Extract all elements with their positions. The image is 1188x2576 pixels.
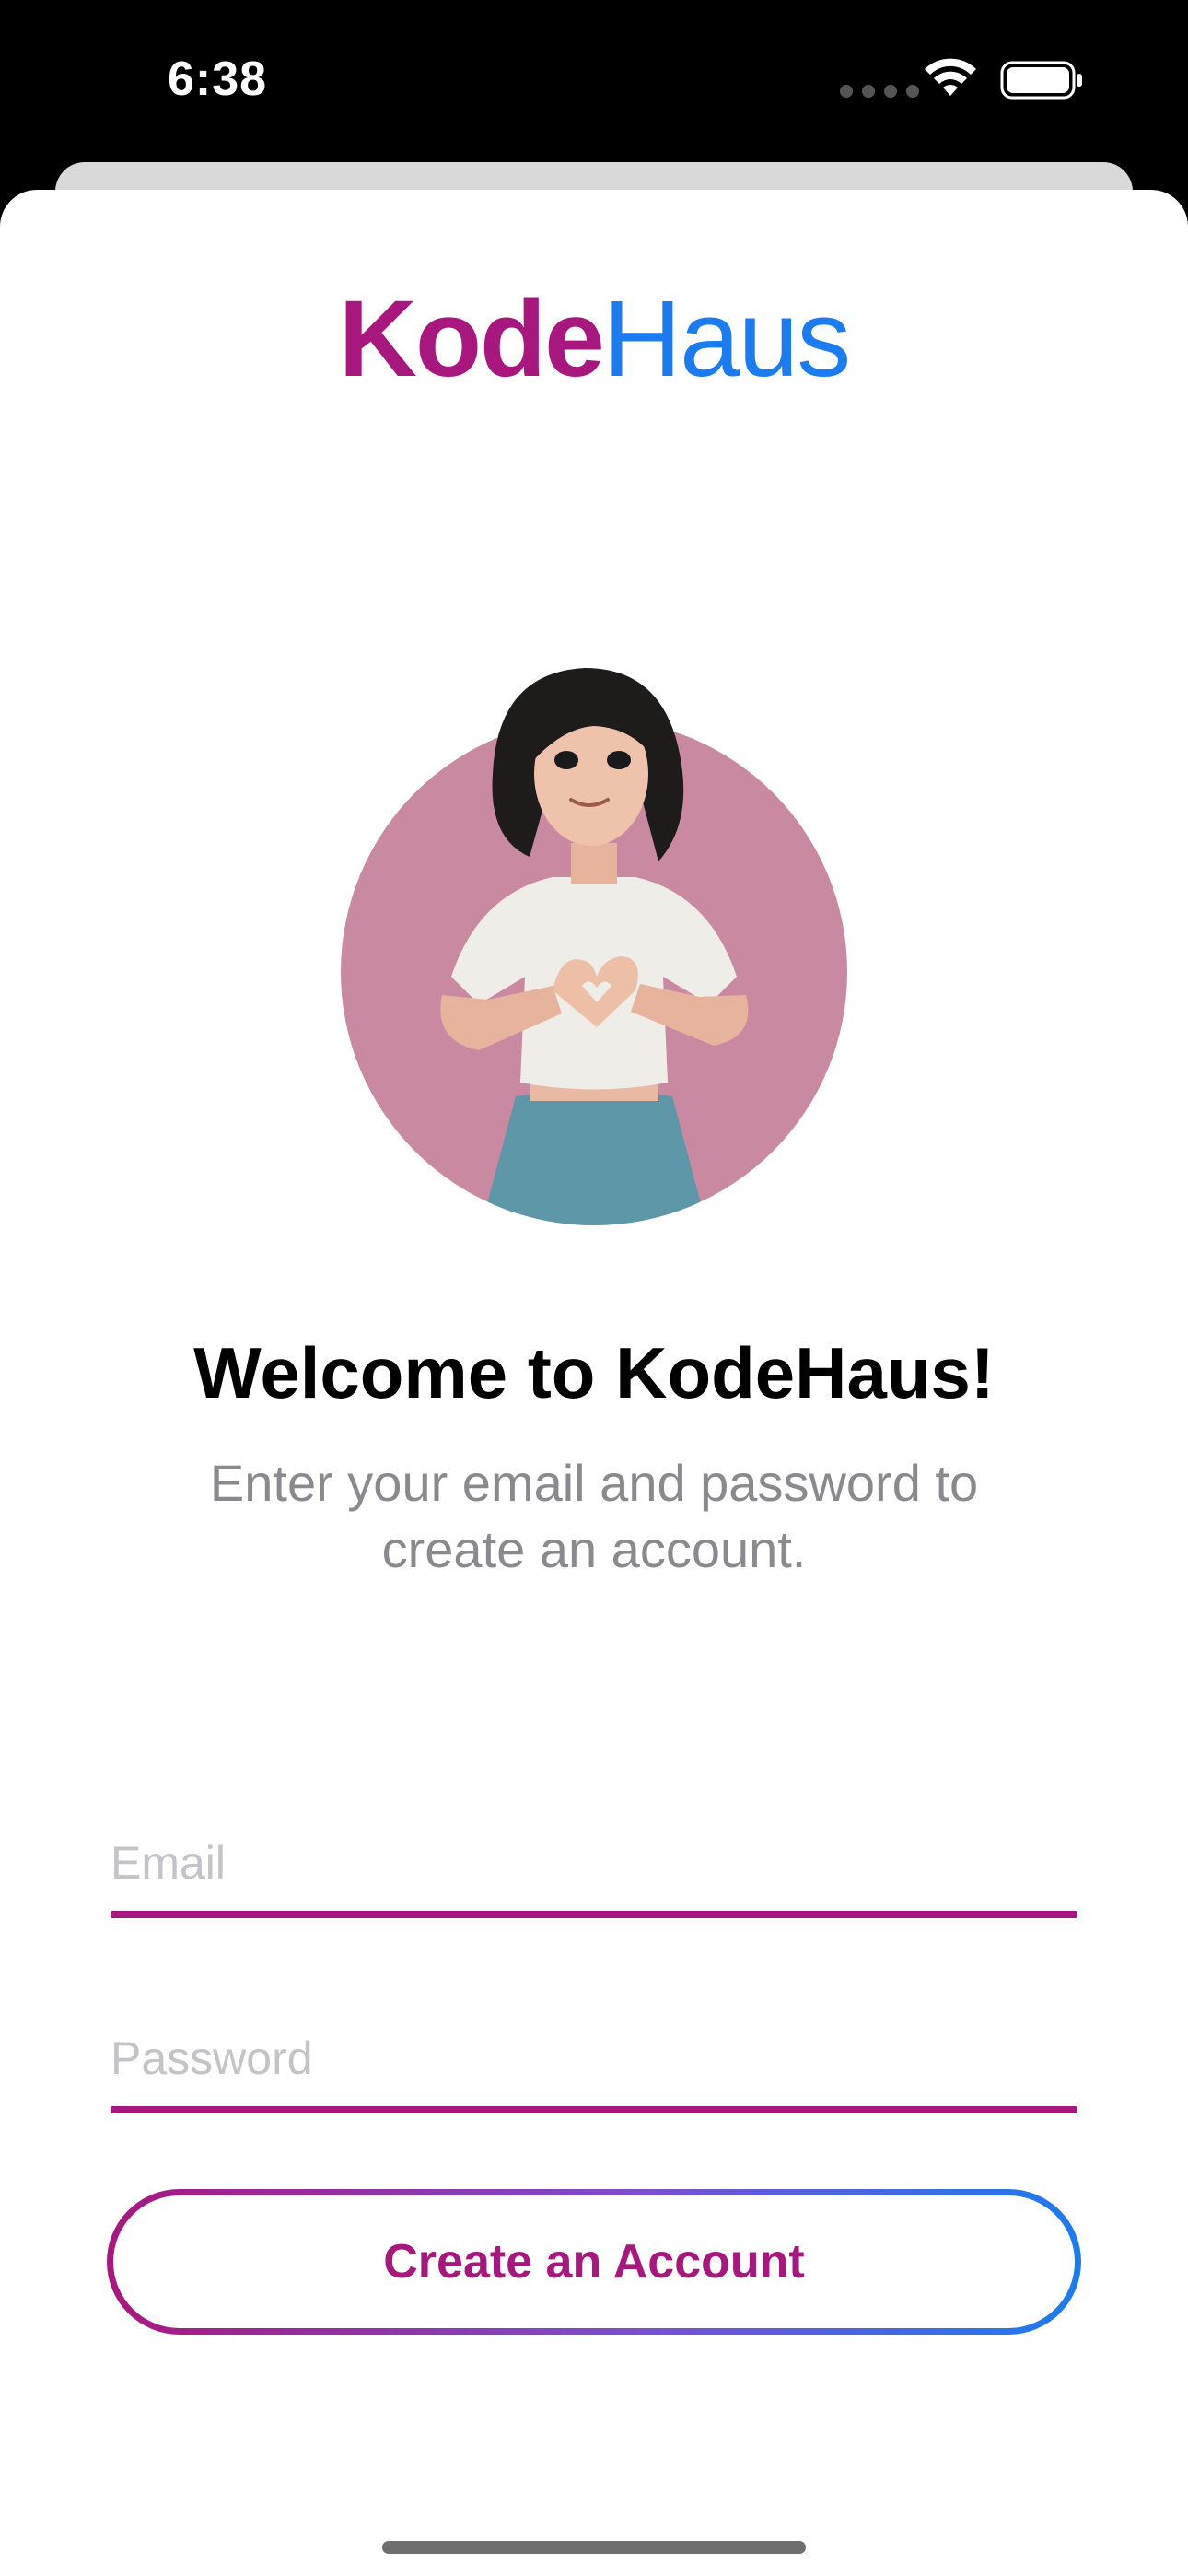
email-field-underline [111,1911,1077,1918]
password-field-underline [111,2106,1077,2113]
password-field[interactable] [111,2012,1077,2104]
wifi-icon [925,58,976,96]
email-field-container [111,1817,1077,1918]
app-logo: KodeHaus [0,275,1188,404]
avatar-illustration-icon [440,668,749,1225]
create-account-button[interactable]: Create an Account [107,2189,1081,2335]
welcome-subtitle: Enter your email and password to create … [209,1454,979,1578]
password-field-container [111,2012,1077,2113]
status-time: 6:38 [168,53,268,106]
status-bar: 6:38 [0,0,1188,166]
battery-icon [1000,61,1082,100]
logo-part-kode: Kode [338,278,605,400]
welcome-title: Welcome to KodeHaus! [193,1332,995,1413]
logo-part-haus: Haus [602,278,851,400]
cellular-signal-icon [840,85,919,98]
avatar [341,663,847,1225]
home-indicator[interactable] [382,2541,806,2554]
email-field[interactable] [111,1817,1077,1909]
